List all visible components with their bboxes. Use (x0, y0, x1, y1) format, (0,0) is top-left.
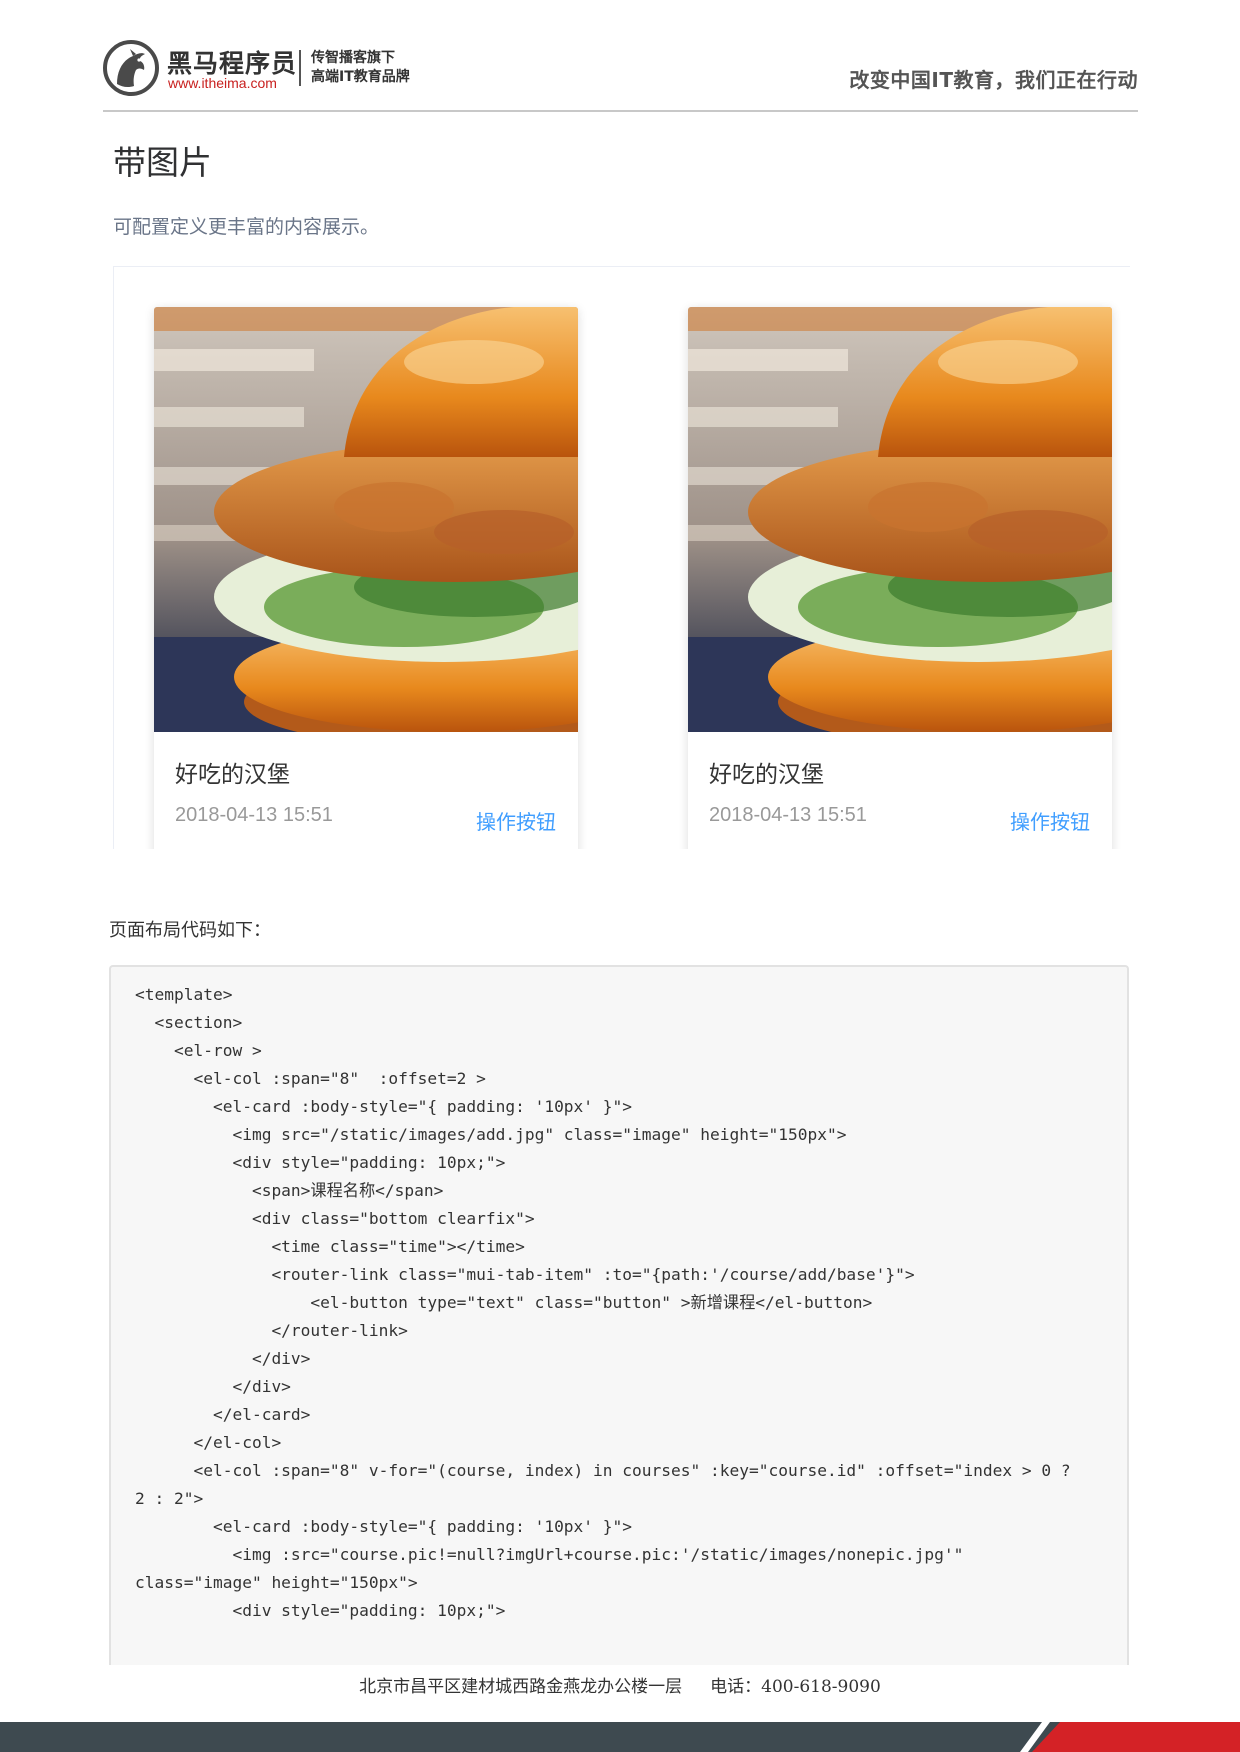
code-line: <el-col :span="8" v-for="(course, index)… (135, 1461, 1071, 1480)
code-line: <div style="padding: 10px;"> (135, 1601, 506, 1620)
code-line: </div> (135, 1377, 291, 1396)
card-action-button[interactable]: 操作按钮 (476, 806, 556, 835)
code-line: <div style="padding: 10px;"> (135, 1153, 506, 1172)
header-slogan: 改变中国IT教育，我们正在行动 (849, 68, 1138, 92)
code-line: <el-row > (135, 1041, 262, 1060)
code-line: <span>课程名称</span> (135, 1181, 444, 1200)
footer-contact: 北京市昌平区建材城西路金燕龙办公楼一层 电话：400-618-9090 (0, 1672, 1240, 1697)
card-demo-screenshot: 好吃的汉堡 2018-04-13 15:51 操作按钮 好吃的汉堡 2018-0… (113, 266, 1130, 849)
code-line: <el-col :span="8" :offset=2 > (135, 1069, 486, 1088)
section-description: 可配置定义更丰富的内容展示。 (113, 216, 380, 238)
code-line: </div> (135, 1349, 311, 1368)
card-time: 2018-04-13 15:51 (175, 804, 333, 826)
hamburger-image (154, 307, 578, 732)
brand-tagline: 传智播客旗下 高端IT教育品牌 (311, 49, 410, 87)
logo-divider (299, 50, 301, 86)
footer-phone: 电话：400-618-9090 (710, 1677, 881, 1697)
code-line: <time class="time"></time> (135, 1237, 525, 1256)
brand-tagline-line2: 高端IT教育品牌 (311, 69, 410, 85)
code-line: <router-link class="mui-tab-item" :to="{… (135, 1265, 915, 1284)
code-line: </el-col> (135, 1433, 282, 1452)
card-action-button[interactable]: 操作按钮 (1010, 806, 1090, 835)
code-line: <el-card :body-style="{ padding: '10px' … (135, 1517, 633, 1536)
code-line: <el-button type="text" class="button" >新… (135, 1293, 873, 1312)
footer-address: 北京市昌平区建材城西路金燕龙办公楼一层 (359, 1677, 683, 1697)
code-line: <div class="bottom clearfix"> (135, 1209, 535, 1228)
brand-url: www.itheima.com (168, 75, 277, 91)
horse-logo-icon (103, 40, 159, 96)
code-line: <section> (135, 1013, 243, 1032)
code-line: </el-card> (135, 1405, 311, 1424)
code-line: 2 : 2"> (135, 1489, 204, 1508)
code-line: class="image" height="150px"> (135, 1573, 418, 1592)
code-lines: <template> <section> <el-row > <el-col :… (135, 981, 1071, 1625)
card-title: 好吃的汉堡 (709, 762, 824, 788)
card-title: 好吃的汉堡 (175, 762, 290, 788)
course-card[interactable]: 好吃的汉堡 2018-04-13 15:51 操作按钮 (154, 307, 578, 849)
code-line: </router-link> (135, 1321, 408, 1340)
course-card[interactable]: 好吃的汉堡 2018-04-13 15:51 操作按钮 (688, 307, 1112, 849)
page-header: 黑马程序员 www.itheima.com 传智播客旗下 高端IT教育品牌 改变… (103, 38, 1138, 112)
code-line: <img :src="course.pic!=null?imgUrl+cours… (135, 1545, 964, 1564)
code-intro-text: 页面布局代码如下： (109, 920, 271, 941)
brand-tagline-line1: 传智播客旗下 (311, 50, 395, 66)
section-title: 带图片 (113, 143, 212, 182)
hamburger-image (688, 307, 1112, 732)
footer-red-accent (1032, 1722, 1240, 1752)
code-line: <el-card :body-style="{ padding: '10px' … (135, 1097, 633, 1116)
card-time: 2018-04-13 15:51 (709, 804, 867, 826)
code-line: <template> (135, 985, 233, 1004)
code-line: <img src="/static/images/add.jpg" class=… (135, 1125, 847, 1144)
code-block: <template> <section> <el-row > <el-col :… (109, 965, 1129, 1665)
